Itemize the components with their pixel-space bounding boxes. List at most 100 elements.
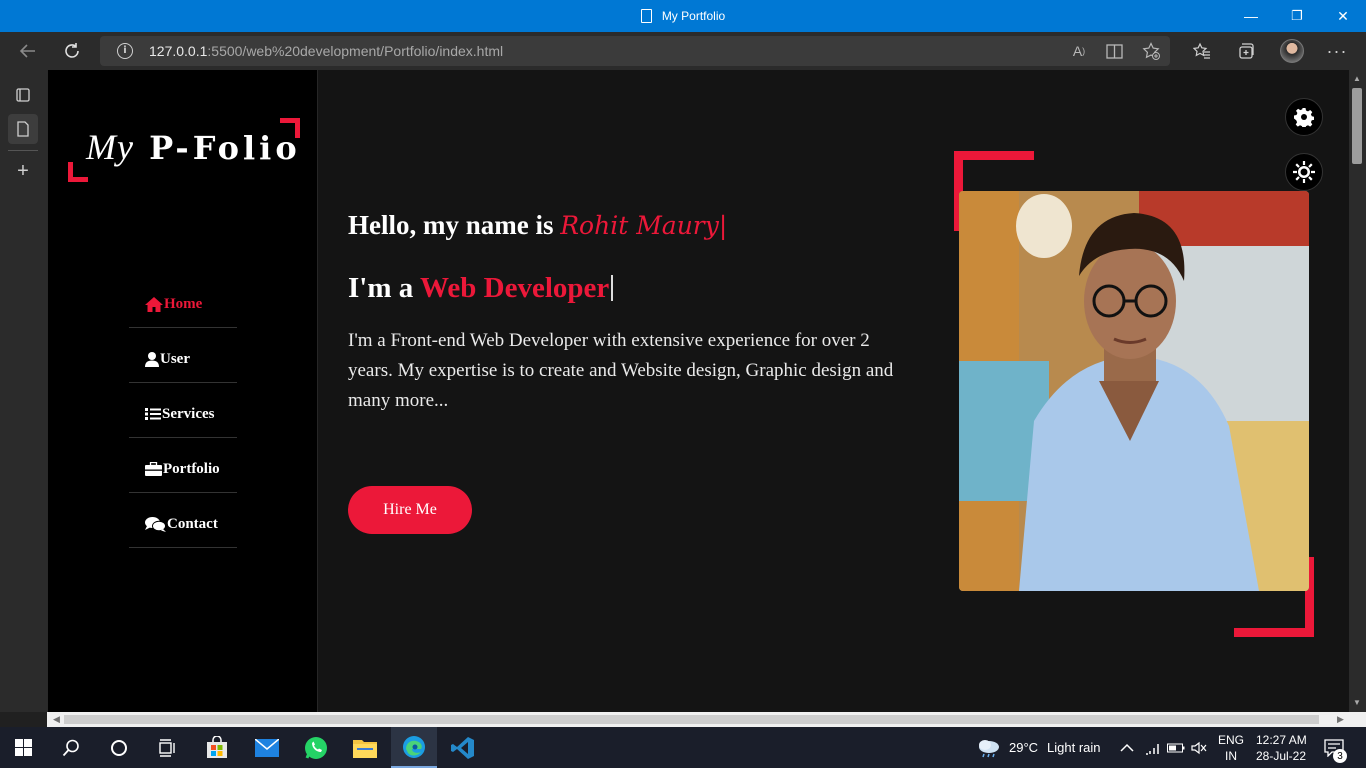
- scrollbar-corner: [1349, 712, 1366, 727]
- page-icon: [640, 9, 652, 23]
- weather-text: Light rain: [1047, 740, 1101, 755]
- clock-date: 28-Jul-22: [1256, 748, 1307, 763]
- hire-me-button[interactable]: Hire Me: [348, 486, 472, 534]
- url-path: :5500/web%20development/Portfolio/index.…: [207, 43, 504, 59]
- new-tab-button[interactable]: +: [8, 156, 38, 186]
- window-title: My Portfolio: [0, 0, 1366, 32]
- store-icon: [207, 735, 227, 758]
- address-bar[interactable]: i 127.0.0.1:5500/web%20development/Portf…: [100, 36, 1170, 66]
- rain-cloud-icon: [979, 739, 999, 757]
- lang-code: ENG: [1218, 732, 1245, 747]
- vertical-scroll-thumb[interactable]: [1352, 88, 1362, 164]
- whatsapp-icon: [305, 736, 327, 759]
- windows-logo-icon: [14, 739, 32, 756]
- role-prefix: I'm a: [348, 272, 420, 304]
- collections-icon[interactable]: [1231, 36, 1261, 66]
- add-favorite-icon[interactable]: [1142, 42, 1160, 60]
- cortana-icon: [111, 739, 127, 756]
- battery-icon[interactable]: [1167, 727, 1185, 768]
- logo-text: My P-Folio: [86, 126, 301, 168]
- url-text[interactable]: 127.0.0.1:5500/web%20development/Portfol…: [149, 43, 503, 59]
- site-logo[interactable]: My P-Folio: [68, 118, 300, 182]
- taskbar-mail[interactable]: [244, 727, 290, 768]
- more-menu-icon[interactable]: ···: [1322, 36, 1352, 66]
- logo-corner-bottom-left: [68, 162, 88, 182]
- network-icon[interactable]: [1145, 727, 1161, 768]
- read-aloud-icon[interactable]: A): [1070, 42, 1088, 60]
- role-title: Web Developer: [419, 272, 610, 304]
- taskbar-edge[interactable]: [391, 727, 437, 768]
- typing-cursor: [611, 275, 614, 301]
- vertical-tab-bar: +: [0, 70, 47, 712]
- horizontal-scrollbar[interactable]: ◀ ▶: [47, 712, 1349, 727]
- refresh-icon: [65, 43, 79, 58]
- user-icon: [145, 351, 159, 367]
- weather-widget[interactable]: 29°C Light rain: [976, 727, 1101, 768]
- site-nav-menu: Home User Services Portfolio Contact: [129, 273, 237, 548]
- comments-icon: [145, 516, 166, 532]
- tab-divider: [8, 150, 38, 151]
- page-icon: [17, 121, 29, 137]
- profile-button[interactable]: [1277, 36, 1307, 66]
- scroll-up-icon[interactable]: ▲: [1353, 74, 1361, 83]
- url-host: 127.0.0.1: [149, 43, 208, 59]
- hero-description: I'm a Front-end Web Developer with exten…: [348, 330, 894, 411]
- nav-label-home: Home: [164, 295, 203, 312]
- back-button[interactable]: [10, 32, 46, 70]
- home-icon: [145, 296, 163, 312]
- vscode-icon: [451, 736, 474, 759]
- window-title-text: My Portfolio: [661, 9, 726, 23]
- chevron-up-icon: [1120, 743, 1134, 752]
- scroll-right-icon[interactable]: ▶: [1333, 712, 1348, 727]
- theme-toggle-button[interactable]: [1285, 153, 1323, 191]
- scroll-down-icon[interactable]: ▼: [1353, 698, 1361, 707]
- taskbar-whatsapp[interactable]: [293, 727, 339, 768]
- taskbar-store[interactable]: [194, 727, 240, 768]
- window-title-bar: My Portfolio — ❐ ✕: [0, 0, 1366, 32]
- nav-item-user[interactable]: User: [129, 328, 237, 383]
- cortana-button[interactable]: [96, 727, 142, 768]
- settings-button[interactable]: [1285, 98, 1323, 136]
- sun-icon: [1293, 161, 1315, 183]
- hero-name: Rohit Maury|: [560, 211, 728, 240]
- immersive-reader-icon[interactable]: [1105, 42, 1123, 60]
- mail-icon: [255, 738, 279, 757]
- show-hidden-icons-button[interactable]: [1120, 727, 1134, 768]
- hero-role: I'm a Web Developer: [348, 272, 614, 305]
- nav-label-portfolio: Portfolio: [163, 460, 220, 477]
- site-sidebar: My P-Folio Home User Services Portfolio …: [47, 70, 318, 712]
- nav-label-user: User: [160, 350, 190, 367]
- start-button[interactable]: [0, 727, 46, 768]
- profile-photo: [959, 191, 1309, 591]
- clock-time: 12:27 AM: [1256, 732, 1307, 747]
- clock[interactable]: 12:27 AM 28-Jul-22: [1256, 727, 1307, 768]
- minimize-button[interactable]: —: [1228, 0, 1274, 32]
- nav-item-home[interactable]: Home: [129, 273, 237, 328]
- tab-actions-icon[interactable]: [8, 80, 38, 110]
- task-view-button[interactable]: [144, 727, 190, 768]
- hero-greeting: Hello, my name is Rohit Maury|: [348, 210, 727, 241]
- task-view-icon: [159, 738, 175, 757]
- windows-taskbar: 29°C Light rain ENG IN 12:27 AM 28-Jul-2…: [0, 727, 1366, 768]
- search-button[interactable]: [48, 727, 94, 768]
- maximize-button[interactable]: ❐: [1274, 0, 1320, 32]
- search-icon: [62, 739, 79, 756]
- favorites-icon[interactable]: [1187, 36, 1217, 66]
- site-info-icon[interactable]: i: [117, 43, 133, 59]
- language-indicator[interactable]: ENG IN: [1218, 727, 1244, 768]
- tab-my-portfolio[interactable]: [8, 114, 38, 144]
- close-button[interactable]: ✕: [1320, 0, 1366, 32]
- taskbar-vscode[interactable]: [440, 727, 486, 768]
- taskbar-file-explorer[interactable]: [342, 727, 388, 768]
- scroll-left-icon[interactable]: ◀: [49, 712, 64, 727]
- nav-item-portfolio[interactable]: Portfolio: [129, 438, 237, 493]
- back-arrow-icon: [19, 44, 35, 58]
- refresh-button[interactable]: [54, 32, 90, 70]
- volume-muted-icon[interactable]: [1191, 727, 1207, 768]
- vertical-scrollbar[interactable]: ▲ ▼: [1349, 70, 1366, 712]
- nav-item-services[interactable]: Services: [129, 383, 237, 438]
- horizontal-scroll-thumb[interactable]: [64, 715, 1319, 724]
- notifications-button[interactable]: 3: [1324, 727, 1347, 768]
- notification-count: 3: [1333, 749, 1347, 763]
- nav-item-contact[interactable]: Contact: [129, 493, 237, 548]
